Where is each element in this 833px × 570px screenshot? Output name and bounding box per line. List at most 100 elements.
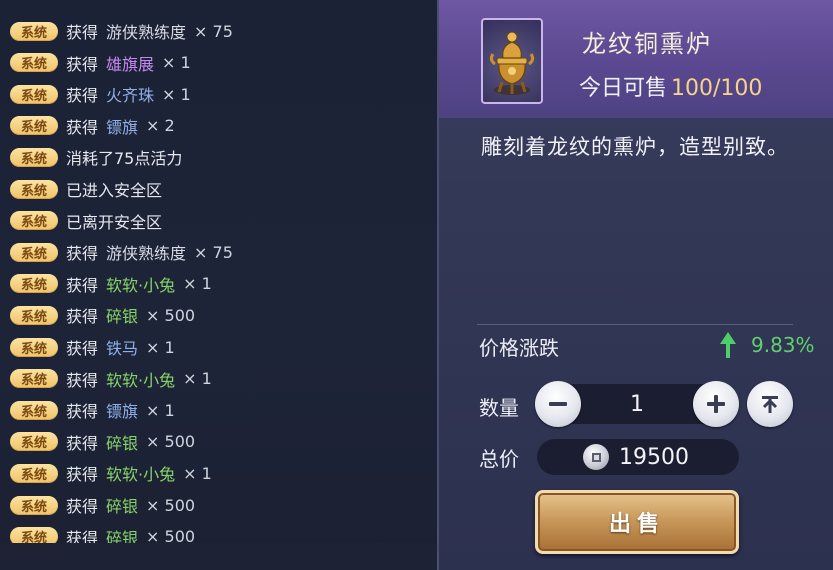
- chat-item-link[interactable]: 火齐珠: [106, 82, 154, 106]
- chat-item-link[interactable]: 雄旗展: [106, 51, 154, 75]
- chat-item-link[interactable]: 碎银: [106, 303, 138, 327]
- chat-item-link[interactable]: 碎银: [106, 430, 138, 454]
- quantity-label: 数量: [479, 396, 519, 420]
- divider: [477, 324, 793, 325]
- sell-today-value: 100/100: [671, 76, 763, 101]
- chat-item-quantity: × 1: [162, 84, 191, 104]
- chat-message: 消耗了75点活力: [66, 149, 183, 169]
- chat-message: 获得: [66, 86, 99, 106]
- chat-item-quantity: × 1: [183, 274, 212, 294]
- system-badge: 系统: [10, 369, 58, 389]
- chat-item-link[interactable]: 软软·小兔: [106, 461, 175, 485]
- plus-icon: [707, 395, 725, 413]
- incense-burner-icon: [489, 31, 535, 95]
- sell-today-limit: 今日可售 100/100: [579, 70, 762, 102]
- chat-message: 获得: [66, 465, 99, 485]
- chat-item-quantity: × 1: [146, 337, 175, 357]
- chat-message: 获得: [66, 497, 99, 516]
- chat-item-link[interactable]: 软软·小兔: [106, 367, 175, 391]
- chat-message: 已离开安全区: [66, 212, 163, 232]
- chat-line: 系统 获得 软软·小兔 × 1: [10, 368, 212, 390]
- chat-line: 系统 获得 雄旗展 × 1: [10, 52, 191, 74]
- max-quantity-button[interactable]: [747, 381, 793, 427]
- chat-item-quantity: × 500: [146, 495, 196, 515]
- system-badge: 系统: [10, 147, 58, 167]
- decrease-quantity-button[interactable]: [535, 381, 581, 427]
- chat-line: 系统 获得 碎银 × 500: [10, 431, 195, 453]
- system-badge: 系统: [10, 53, 58, 73]
- chat-message: 获得: [66, 117, 99, 137]
- chat-message: 获得: [66, 370, 99, 390]
- increase-quantity-button[interactable]: [693, 381, 739, 427]
- system-badge: 系统: [10, 432, 58, 452]
- chat-item-link[interactable]: 游侠熟练度: [106, 19, 186, 43]
- chat-line: 系统 消耗了75点活力: [10, 146, 182, 168]
- system-badge: 系统: [10, 337, 58, 357]
- chat-message: 获得: [66, 54, 99, 74]
- chat-message: 获得: [66, 244, 99, 264]
- total-price-label: 总价: [479, 447, 519, 471]
- item-icon-frame[interactable]: [481, 18, 543, 104]
- chat-message: 获得: [66, 433, 99, 453]
- price-change-value: 9.83%: [751, 333, 815, 357]
- chat-line: 系统 获得 镖旗 × 1: [10, 399, 175, 421]
- chat-line: 系统 获得 软软·小兔 × 1: [10, 273, 212, 295]
- chat-item-quantity: × 500: [146, 432, 196, 452]
- chat-item-quantity: × 75: [194, 242, 233, 262]
- chat-item-link[interactable]: 铁马: [106, 335, 138, 359]
- chat-item-link[interactable]: 镖旗: [106, 114, 138, 138]
- chat-item-quantity: × 1: [146, 400, 175, 420]
- sell-today-label: 今日可售: [579, 76, 668, 101]
- item-description: 雕刻着龙纹的熏炉，造型别致。: [481, 135, 789, 159]
- chat-line: 系统 获得 镖旗 × 2: [10, 115, 175, 137]
- item-name: 龙纹铜熏炉: [582, 30, 712, 58]
- chat-message: 已进入安全区: [66, 181, 163, 200]
- system-badge: 系统: [10, 463, 58, 483]
- chat-line: 系统 获得 碎银 × 500: [10, 304, 195, 326]
- total-price-bar: 19500: [537, 439, 739, 475]
- system-badge: 系统: [10, 400, 58, 420]
- minus-icon: [549, 402, 567, 406]
- chat-line: 系统 已离开安全区: [10, 210, 162, 232]
- item-sell-panel: 龙纹铜熏炉 今日可售 100/100 雕刻着龙纹的熏炉，造型别致。 价格涨跌 9.…: [437, 0, 833, 570]
- chat-item-quantity: × 2: [146, 116, 175, 136]
- chat-item-link[interactable]: 碎银: [106, 493, 138, 517]
- chat-item-link[interactable]: 镖旗: [106, 398, 138, 422]
- chat-message: 获得: [66, 339, 99, 358]
- system-badge: 系统: [10, 21, 58, 41]
- chat-item-quantity: × 500: [146, 305, 196, 325]
- arrow-up-icon: [720, 332, 736, 358]
- chat-message: 获得: [66, 402, 99, 422]
- chat-line: 系统 获得 火齐珠 × 1: [10, 83, 191, 105]
- chat-message: 获得: [66, 23, 99, 42]
- system-badge: 系统: [10, 242, 58, 262]
- chat-item-quantity: × 75: [194, 21, 233, 41]
- item-header: 龙纹铜熏炉 今日可售 100/100: [439, 0, 833, 118]
- chat-line: 系统 已进入安全区: [10, 178, 162, 200]
- system-badge: 系统: [10, 495, 58, 515]
- system-badge: 系统: [10, 84, 58, 104]
- chat-item-link[interactable]: 游侠熟练度: [106, 240, 186, 264]
- chat-item-link[interactable]: 软软·小兔: [106, 272, 175, 296]
- system-badge: 系统: [10, 179, 58, 199]
- max-icon: [762, 396, 778, 413]
- total-price-value: 19500: [619, 444, 689, 470]
- chat-item-quantity: × 1: [162, 53, 191, 73]
- chat-line: 系统 获得 游侠熟练度 × 75: [10, 20, 233, 42]
- system-chat-log[interactable]: 系统 获得 游侠熟练度 × 75 系统 获得 雄旗展 × 1 系统 获得 火齐珠 × 1 系统 获得 镖旗 ×…: [0, 0, 437, 570]
- chat-item-quantity: × 1: [183, 369, 212, 389]
- system-badge: 系统: [10, 116, 58, 136]
- chat-bottom-edge: [0, 543, 437, 570]
- chat-line: 系统 获得 碎银 × 500: [10, 494, 195, 516]
- system-badge: 系统: [10, 274, 58, 294]
- system-badge: 系统: [10, 211, 58, 231]
- price-change: 9.83%: [719, 330, 815, 360]
- system-badge: 系统: [10, 305, 58, 325]
- chat-line: 系统 获得 软软·小兔 × 1: [10, 462, 212, 484]
- chat-message: 获得: [66, 275, 99, 295]
- sell-button[interactable]: 出售: [535, 490, 739, 554]
- price-change-label: 价格涨跌: [479, 336, 559, 360]
- chat-message: 获得: [66, 307, 99, 327]
- silver-coin-icon: [583, 444, 609, 470]
- chat-item-quantity: × 1: [183, 463, 212, 483]
